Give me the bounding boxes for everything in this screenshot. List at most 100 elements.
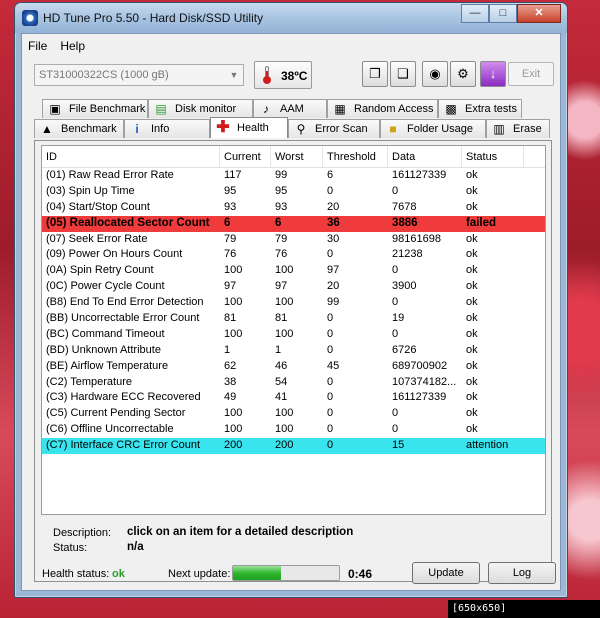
temperature-display: 38ºC	[254, 61, 312, 89]
folder-icon: ■	[389, 122, 397, 136]
file-benchmark-icon: ▣	[49, 102, 61, 116]
menu-help[interactable]: Help	[54, 34, 92, 56]
cell-status: ok	[466, 423, 478, 436]
tab-health[interactable]: ✚ Health	[210, 117, 288, 138]
column-header-id[interactable]: ID	[42, 146, 220, 167]
tab-aam[interactable]: ♪ AAM	[253, 99, 327, 118]
table-row[interactable]: (BE) Airflow Temperature 62 46 45 689700902 o…	[42, 359, 545, 375]
cell-current: 38	[224, 375, 237, 388]
cell-id: (0A) Spin Retry Count	[46, 264, 154, 277]
tab-erase[interactable]: ▥ Erase	[486, 119, 550, 138]
cell-data: 98161698	[392, 232, 441, 245]
cell-data: 6726	[392, 343, 417, 356]
cell-threshold: 30	[327, 232, 340, 245]
cell-id: (01) Raw Read Error Rate	[46, 169, 174, 181]
table-row[interactable]: (04) Start/Stop Count 93 93 20 7678 ok	[42, 200, 545, 216]
health-status-label: Health status:	[42, 568, 110, 580]
title-bar[interactable]: HD Tune Pro 5.50 - Hard Disk/SSD Utility…	[15, 3, 567, 33]
cell-worst: 200	[275, 439, 294, 452]
table-row[interactable]: (BD) Unknown Attribute 1 1 0 6726 ok	[42, 343, 545, 359]
cell-id: (C2) Temperature	[46, 375, 132, 388]
chevron-down-icon[interactable]: ▼	[227, 67, 241, 83]
thermometer-icon	[263, 66, 271, 84]
cell-id: (07) Seek Error Rate	[46, 232, 148, 245]
cell-worst: 97	[275, 280, 288, 293]
status-label: Status:	[53, 542, 88, 554]
tab-disk-monitor[interactable]: ▤ Disk monitor	[148, 99, 253, 118]
table-row[interactable]: (0C) Power Cycle Count 97 97 20 3900 ok	[42, 279, 545, 295]
extra-tests-icon: ▩	[445, 102, 457, 116]
cell-id: (BC) Command Timeout	[46, 327, 165, 340]
cell-threshold: 45	[327, 359, 340, 372]
copy-info-button[interactable]: ❑	[390, 61, 416, 87]
cell-id: (BB) Uncorrectable Error Count	[46, 312, 200, 325]
table-row[interactable]: (B8) End To End Error Detection 100 100 99 0…	[42, 295, 545, 311]
cell-worst: 46	[275, 359, 288, 372]
download-button[interactable]: ↓	[480, 61, 506, 87]
table-row[interactable]: (01) Raw Read Error Rate 117 99 6 161127339 o…	[42, 168, 545, 184]
column-header-worst[interactable]: Worst	[271, 146, 323, 167]
cell-threshold: 0	[327, 184, 334, 197]
toolbar: ST31000322CS (1000 gB) ▼ 38ºC ❐ ❑ ◉ ⚙ ↓ …	[22, 58, 560, 92]
trash-icon: ▥	[493, 122, 505, 136]
tab-file-benchmark[interactable]: ▣ File Benchmark	[42, 99, 148, 118]
cell-current: 6	[224, 216, 231, 229]
tab-extra-tests[interactable]: ▩ Extra tests	[438, 99, 522, 118]
exit-button[interactable]: Exit	[508, 62, 554, 86]
minimize-button[interactable]: —	[461, 4, 489, 23]
copy-all-icon: ❑	[397, 66, 409, 81]
table-row[interactable]: (C3) Hardware ECC Recovered 49 41 0 16112733…	[42, 390, 545, 406]
close-button[interactable]: ✕	[517, 4, 561, 23]
column-header-data[interactable]: Data	[388, 146, 462, 167]
cell-status: ok	[466, 327, 478, 340]
tab-info[interactable]: i Info	[124, 119, 210, 138]
options-button[interactable]: ⚙	[450, 61, 476, 87]
cell-data: 21238	[392, 248, 423, 261]
cell-id: (C5) Current Pending Sector	[46, 407, 186, 420]
cell-current: 76	[224, 248, 237, 261]
table-row[interactable]: (C6) Offline Uncorrectable 100 100 0 0 ok	[42, 422, 545, 438]
copy-icon: ❐	[369, 66, 381, 81]
table-row[interactable]: (05) Reallocated Sector Count 6 6 36 3886 fai…	[42, 215, 545, 232]
cell-data: 0	[392, 264, 399, 277]
screenshot-button[interactable]: ◉	[422, 61, 448, 87]
tab-random-access[interactable]: ▦ Random Access	[327, 99, 438, 118]
log-button[interactable]: Log	[488, 562, 556, 584]
tools-icon: ⚙	[457, 66, 469, 81]
cell-id: (B8) End To End Error Detection	[46, 296, 204, 309]
table-row[interactable]: (0A) Spin Retry Count 100 100 97 0 ok	[42, 263, 545, 279]
table-row[interactable]: (BC) Command Timeout 100 100 0 0 ok	[42, 327, 545, 343]
cell-threshold: 99	[327, 296, 340, 309]
menu-file[interactable]: File	[22, 34, 54, 56]
column-header-threshold[interactable]: Threshold	[323, 146, 388, 167]
table-row[interactable]: (C5) Current Pending Sector 100 100 0 0 ok	[42, 406, 545, 422]
cell-data: 0	[392, 184, 399, 197]
update-button[interactable]: Update	[412, 562, 480, 584]
drive-select[interactable]: ST31000322CS (1000 gB) ▼	[34, 64, 244, 86]
smart-attribute-list[interactable]: ID Current Worst Threshold Data Status (…	[41, 145, 546, 515]
table-row[interactable]: (03) Spin Up Time 95 95 0 0 ok	[42, 184, 545, 200]
cell-threshold: 97	[327, 264, 340, 277]
table-row[interactable]: (C2) Temperature 38 54 0 107374182... ok	[42, 375, 545, 391]
tab-error-scan[interactable]: ⚲ Error Scan	[288, 119, 380, 138]
tab-benchmark[interactable]: ▲ Benchmark	[34, 119, 124, 138]
maximize-button[interactable]: □	[489, 4, 517, 23]
description-value: click on an item for a detailed descript…	[127, 526, 354, 538]
temperature-value: 38ºC	[281, 69, 308, 83]
copy-text-button[interactable]: ❐	[362, 61, 388, 87]
cell-threshold: 20	[327, 200, 340, 213]
cell-status: ok	[466, 312, 478, 325]
cell-threshold: 0	[327, 423, 334, 436]
magnifier-icon: ⚲	[296, 122, 306, 136]
tab-folder-usage[interactable]: ■ Folder Usage	[380, 119, 486, 138]
cell-status: ok	[466, 280, 478, 293]
column-header-status[interactable]: Status	[462, 146, 524, 167]
table-row[interactable]: (C7) Interface CRC Error Count 200 200 0 15 a…	[42, 438, 545, 455]
table-row[interactable]: (09) Power On Hours Count 76 76 0 21238 ok	[42, 247, 545, 263]
menu-bar: File Help	[22, 34, 560, 56]
cell-id: (BD) Unknown Attribute	[46, 343, 161, 356]
cell-status: ok	[466, 296, 478, 309]
table-row[interactable]: (07) Seek Error Rate 79 79 30 98161698 ok	[42, 232, 545, 248]
table-row[interactable]: (BB) Uncorrectable Error Count 81 81 0 19 ok	[42, 311, 545, 327]
column-header-current[interactable]: Current	[220, 146, 271, 167]
